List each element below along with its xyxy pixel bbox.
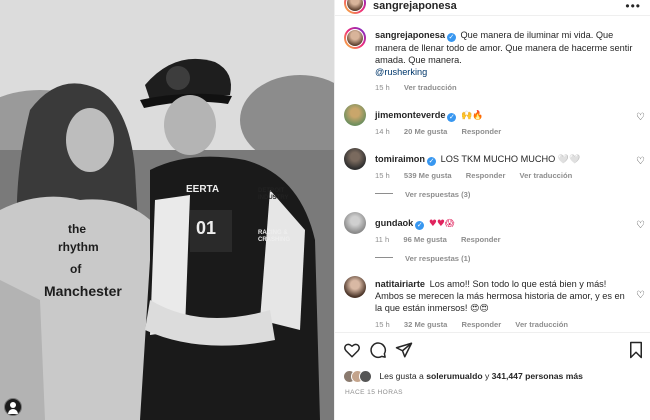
comment-emoji: 🙌🔥: [461, 111, 484, 121]
comment-text-block: jimemonteverde ✓ 🙌🔥: [375, 109, 633, 122]
liked-by-prefix: Les gusta a: [379, 371, 424, 381]
heart-outline-icon[interactable]: [343, 341, 361, 359]
comment-emoji: ♥♥😱: [428, 219, 455, 229]
caption-avatar[interactable]: [344, 27, 366, 49]
shirt-line-4: Manchester: [44, 283, 122, 299]
comment-time[interactable]: 15 h: [375, 171, 390, 180]
small-heart-icon[interactable]: ♡: [636, 156, 645, 167]
small-heart-icon[interactable]: ♡: [636, 220, 645, 231]
comments-list[interactable]: sangrejaponesa ✓ Que manera de iluminar m…: [335, 24, 650, 330]
view-replies-label[interactable]: Ver respuestas (1): [405, 254, 470, 263]
commenter-avatar[interactable]: [344, 104, 366, 126]
caption-text-block: sangrejaponesa ✓ Que manera de iluminar m…: [375, 29, 633, 78]
jacket-text-1: EERTA: [186, 184, 220, 195]
comment-username[interactable]: jimemonteverde: [375, 110, 445, 120]
jacket-text-4: RACING & CRASHING: [258, 230, 291, 243]
comment-username[interactable]: natitairiarte: [375, 279, 425, 289]
comment-reply-button[interactable]: Responder: [461, 235, 501, 244]
comment-likes[interactable]: 539 Me gusta: [404, 171, 452, 180]
liker-avatar: [359, 370, 372, 384]
post-timestamp[interactable]: HACE 15 HORAS: [345, 389, 403, 396]
shirt-line-3: of: [70, 262, 82, 276]
post-photo[interactable]: the rhythm of Manchester EERTA DETROIT I…: [0, 0, 334, 420]
user-tag-icon[interactable]: [4, 398, 22, 416]
comment-likes[interactable]: 20 Me gusta: [404, 127, 447, 136]
post-side-panel: sangrejaponesa ••• sangrejaponesa ✓ Que m…: [334, 0, 650, 420]
view-replies-label[interactable]: Ver respuestas (3): [405, 190, 470, 199]
commenter-avatar[interactable]: [344, 148, 366, 170]
shirt-line-2: rhythm: [58, 240, 99, 254]
view-replies-button[interactable]: Ver respuestas (3): [375, 190, 633, 200]
commenter-avatar[interactable]: [344, 276, 366, 298]
comment-text: LOS TKM MUCHO MUCHO: [440, 154, 556, 164]
comment-likes[interactable]: 96 Me gusta: [403, 235, 446, 244]
liked-by-connector: y: [484, 371, 490, 381]
caption-username[interactable]: sangrejaponesa: [375, 30, 445, 40]
view-replies-button[interactable]: Ver respuestas (1): [375, 254, 633, 264]
verified-badge-icon: ✓: [446, 33, 456, 42]
small-heart-icon[interactable]: ♡: [636, 112, 645, 123]
comment-text-block: natitairiarte Los amo!! Son todo lo que …: [375, 278, 633, 315]
author-avatar[interactable]: [344, 0, 366, 14]
jacket-text-2: DETROIT INDUSTRY: [258, 188, 289, 201]
caption-translate[interactable]: Ver traducción: [404, 83, 457, 92]
comment-likes[interactable]: 32 Me gusta: [404, 320, 447, 329]
verified-badge-icon: ✓: [415, 221, 425, 230]
comment-time[interactable]: 11 h: [375, 235, 389, 244]
commenter-avatar[interactable]: [344, 212, 366, 234]
replies-divider: [375, 257, 393, 258]
caption-time[interactable]: 15 h: [375, 83, 390, 92]
comment-meta: 11 h 96 Me gusta Responder: [375, 235, 633, 245]
more-horizontal-icon[interactable]: •••: [625, 0, 641, 12]
comment-reply-button[interactable]: Responder: [462, 320, 502, 329]
comment-username[interactable]: gundaok: [375, 218, 413, 228]
comment-reply-button[interactable]: Responder: [466, 171, 506, 180]
comment-text-block: gundaok ✓ ♥♥😱: [375, 217, 633, 230]
liked-by-count[interactable]: 341,447 personas más: [492, 371, 583, 381]
comment-username[interactable]: tomiraimon: [375, 154, 425, 164]
shirt-line-1: the: [68, 222, 86, 236]
comment-time[interactable]: 15 h: [375, 320, 390, 329]
comment-reply-button[interactable]: Responder: [462, 127, 502, 136]
author-username[interactable]: sangrejaponesa: [373, 0, 457, 12]
verified-badge-icon: ✓: [427, 157, 437, 166]
small-heart-icon[interactable]: ♡: [636, 290, 645, 301]
caption-mention[interactable]: @rusherking: [375, 67, 427, 77]
comment-meta: 14 h 20 Me gusta Responder: [375, 127, 633, 137]
liked-by-user[interactable]: solerumualdo: [426, 371, 482, 381]
jacket-text-3: 01: [196, 218, 217, 238]
comment-emoji: 🤍🤍: [557, 155, 581, 165]
replies-divider: [375, 193, 393, 194]
liked-by-row[interactable]: Les gusta a solerumualdo y 341,447 perso…: [343, 369, 583, 384]
comment-meta: 15 h 32 Me gusta Responder Ver traducció…: [375, 320, 633, 330]
paper-plane-icon[interactable]: [395, 341, 413, 359]
caption-meta: 15 h Ver traducción: [375, 83, 633, 93]
comment-meta: 15 h 539 Me gusta Responder Ver traducci…: [375, 171, 633, 181]
liked-by-text: Les gusta a solerumualdo y 341,447 perso…: [379, 371, 583, 381]
bookmark-icon[interactable]: [627, 341, 645, 359]
comment-bubble-icon[interactable]: [369, 341, 387, 359]
post-header: sangrejaponesa •••: [335, 0, 650, 16]
post-actions: Les gusta a solerumualdo y 341,447 perso…: [335, 332, 650, 420]
photo-illustration: [0, 0, 334, 420]
comment-translate[interactable]: Ver traducción: [515, 320, 568, 329]
comment-translate[interactable]: Ver traducción: [520, 171, 573, 180]
verified-badge-icon: ✓: [447, 113, 457, 122]
comment-time[interactable]: 14 h: [375, 127, 390, 136]
comment-text-block: tomiraimon ✓ LOS TKM MUCHO MUCHO 🤍🤍: [375, 153, 633, 166]
comment-emoji: 😍😍: [470, 304, 489, 314]
